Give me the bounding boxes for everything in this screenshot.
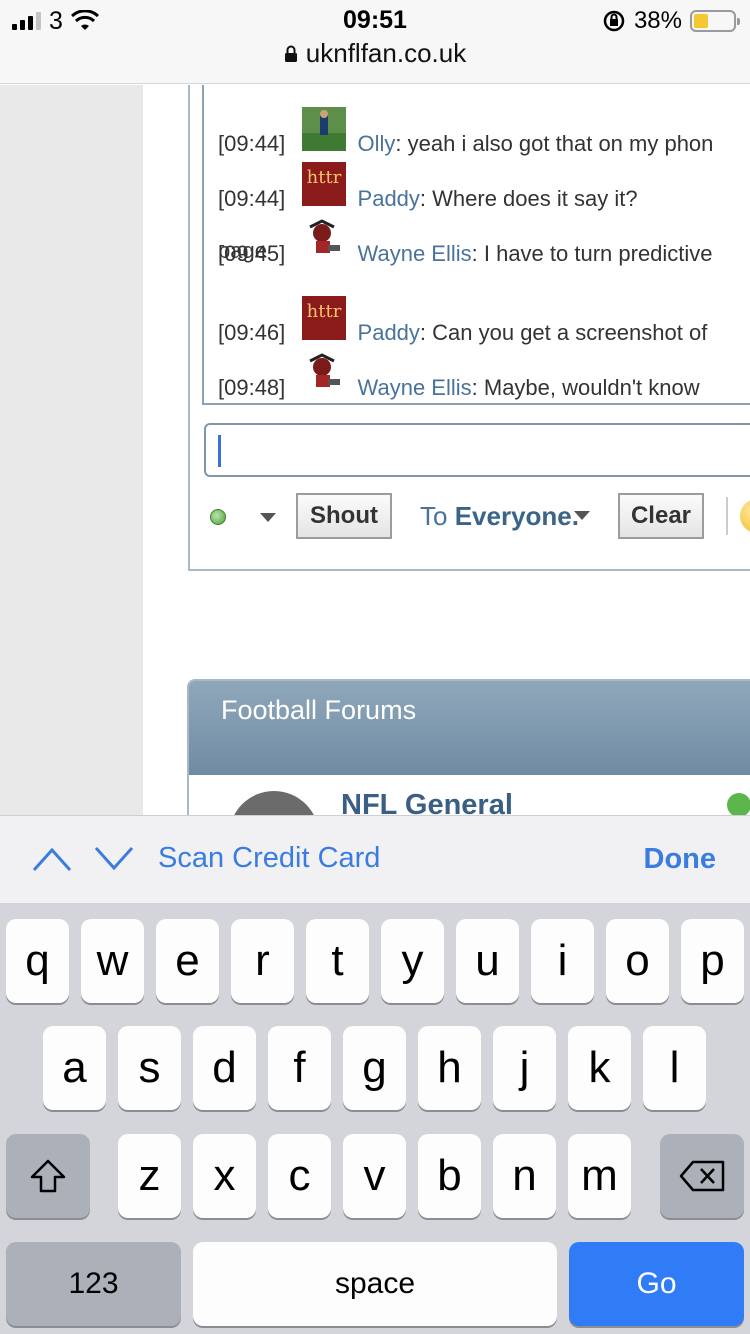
forums-panel: Football Forums NFL General	[187, 679, 750, 815]
keyboard-accessory-bar: Scan Credit Card Done	[0, 815, 750, 903]
go-key[interactable]: Go	[569, 1242, 744, 1326]
key-r[interactable]: r	[231, 919, 294, 1003]
key-k[interactable]: k	[568, 1026, 631, 1110]
clear-button[interactable]: Clear	[618, 493, 704, 539]
avatar-wayne-ellis[interactable]	[302, 217, 346, 261]
chevron-down-icon[interactable]	[94, 844, 134, 874]
key-z[interactable]: z	[118, 1134, 181, 1218]
key-b[interactable]: b	[418, 1134, 481, 1218]
key-i[interactable]: i	[531, 919, 594, 1003]
smiley-icon[interactable]	[740, 499, 750, 533]
text-caret	[218, 435, 221, 467]
address-bar[interactable]: uknflfan.co.uk	[0, 38, 750, 69]
shout-button[interactable]: Shout	[296, 493, 392, 539]
avatar-paddy[interactable]: httr	[302, 162, 346, 206]
shout-message: [09:44] Olly: yeah i also got that on my…	[218, 107, 713, 157]
key-v[interactable]: v	[343, 1134, 406, 1218]
shout-username[interactable]: Wayne Ellis	[358, 375, 472, 400]
shoutbox-log[interactable]: [09:44] Olly: yeah i also got that on my…	[202, 85, 750, 405]
lock-icon	[284, 45, 297, 62]
page-gutter	[0, 85, 143, 815]
key-c[interactable]: c	[268, 1134, 331, 1218]
key-h[interactable]: h	[418, 1026, 481, 1110]
status-bar: 3 09:51 38% uknflfan.co.uk	[0, 0, 750, 84]
avatar-paddy[interactable]: httr	[302, 296, 346, 340]
key-q[interactable]: q	[6, 919, 69, 1003]
key-u[interactable]: u	[456, 919, 519, 1003]
shift-icon	[30, 1159, 66, 1193]
shout-username[interactable]: Paddy	[358, 186, 420, 211]
orientation-lock-icon	[603, 10, 625, 32]
divider	[726, 497, 728, 535]
numbers-key[interactable]: 123	[6, 1242, 181, 1326]
shout-username[interactable]: Paddy	[358, 320, 420, 345]
key-t[interactable]: t	[306, 919, 369, 1003]
forum-icon	[229, 791, 319, 815]
key-j[interactable]: j	[493, 1026, 556, 1110]
done-button[interactable]: Done	[644, 843, 717, 876]
key-w[interactable]: w	[81, 919, 144, 1003]
chevron-down-icon[interactable]	[260, 513, 276, 522]
shout-message: [09:44] httr Paddy: Where does it say it…	[218, 162, 638, 212]
space-key[interactable]: space	[193, 1242, 557, 1326]
check-icon	[727, 793, 750, 815]
avatar-wayne-ellis[interactable]	[302, 351, 346, 395]
key-n[interactable]: n	[493, 1134, 556, 1218]
chevron-down-icon[interactable]	[574, 511, 590, 520]
battery-percent: 38%	[633, 7, 682, 34]
key-e[interactable]: e	[156, 919, 219, 1003]
key-y[interactable]: y	[381, 919, 444, 1003]
avatar-olly[interactable]	[302, 107, 346, 151]
url-text: uknflfan.co.uk	[305, 38, 467, 68]
key-l[interactable]: l	[643, 1026, 706, 1110]
key-x[interactable]: x	[193, 1134, 256, 1218]
backspace-icon	[679, 1160, 725, 1192]
shout-message: [09:46] httr Paddy: Can you get a screen…	[218, 296, 707, 346]
key-a[interactable]: a	[43, 1026, 106, 1110]
key-p[interactable]: p	[681, 919, 744, 1003]
shift-key[interactable]	[6, 1134, 90, 1218]
status-right: 38%	[602, 7, 740, 34]
shout-input[interactable]	[204, 423, 750, 477]
backspace-key[interactable]	[660, 1134, 744, 1218]
battery-icon	[690, 10, 740, 32]
chevron-up-icon[interactable]	[32, 844, 72, 874]
shout-message: [09:48] Wayne Ellis: Maybe, wouldn't kno…	[218, 351, 700, 401]
shout-controls: Shout To Everyone. Clear	[208, 493, 750, 539]
web-page: [09:44] Olly: yeah i also got that on my…	[0, 85, 750, 815]
shout-message-wrap: page	[218, 238, 267, 263]
key-m[interactable]: m	[568, 1134, 631, 1218]
shoutbox: [09:44] Olly: yeah i also got that on my…	[188, 85, 750, 571]
status-dot-icon[interactable]	[210, 509, 226, 525]
key-s[interactable]: s	[118, 1026, 181, 1110]
key-o[interactable]: o	[606, 919, 669, 1003]
key-g[interactable]: g	[343, 1026, 406, 1110]
key-f[interactable]: f	[268, 1026, 331, 1110]
recipient-selector[interactable]: To Everyone.	[420, 501, 579, 532]
key-d[interactable]: d	[193, 1026, 256, 1110]
scan-credit-card-button[interactable]: Scan Credit Card	[158, 842, 380, 875]
shout-username[interactable]: Wayne Ellis	[358, 241, 472, 266]
forums-header: Football Forums	[189, 681, 750, 775]
forum-title[interactable]: NFL General	[341, 789, 513, 815]
keyboard: q w e r t y u i o p a s d f g h j k l z …	[0, 903, 750, 1334]
shout-username[interactable]: Olly	[358, 131, 396, 156]
shout-message: [09:45] Wayne Ellis: I have to turn pred…	[218, 217, 713, 267]
forum-row[interactable]: NFL General	[189, 775, 750, 815]
